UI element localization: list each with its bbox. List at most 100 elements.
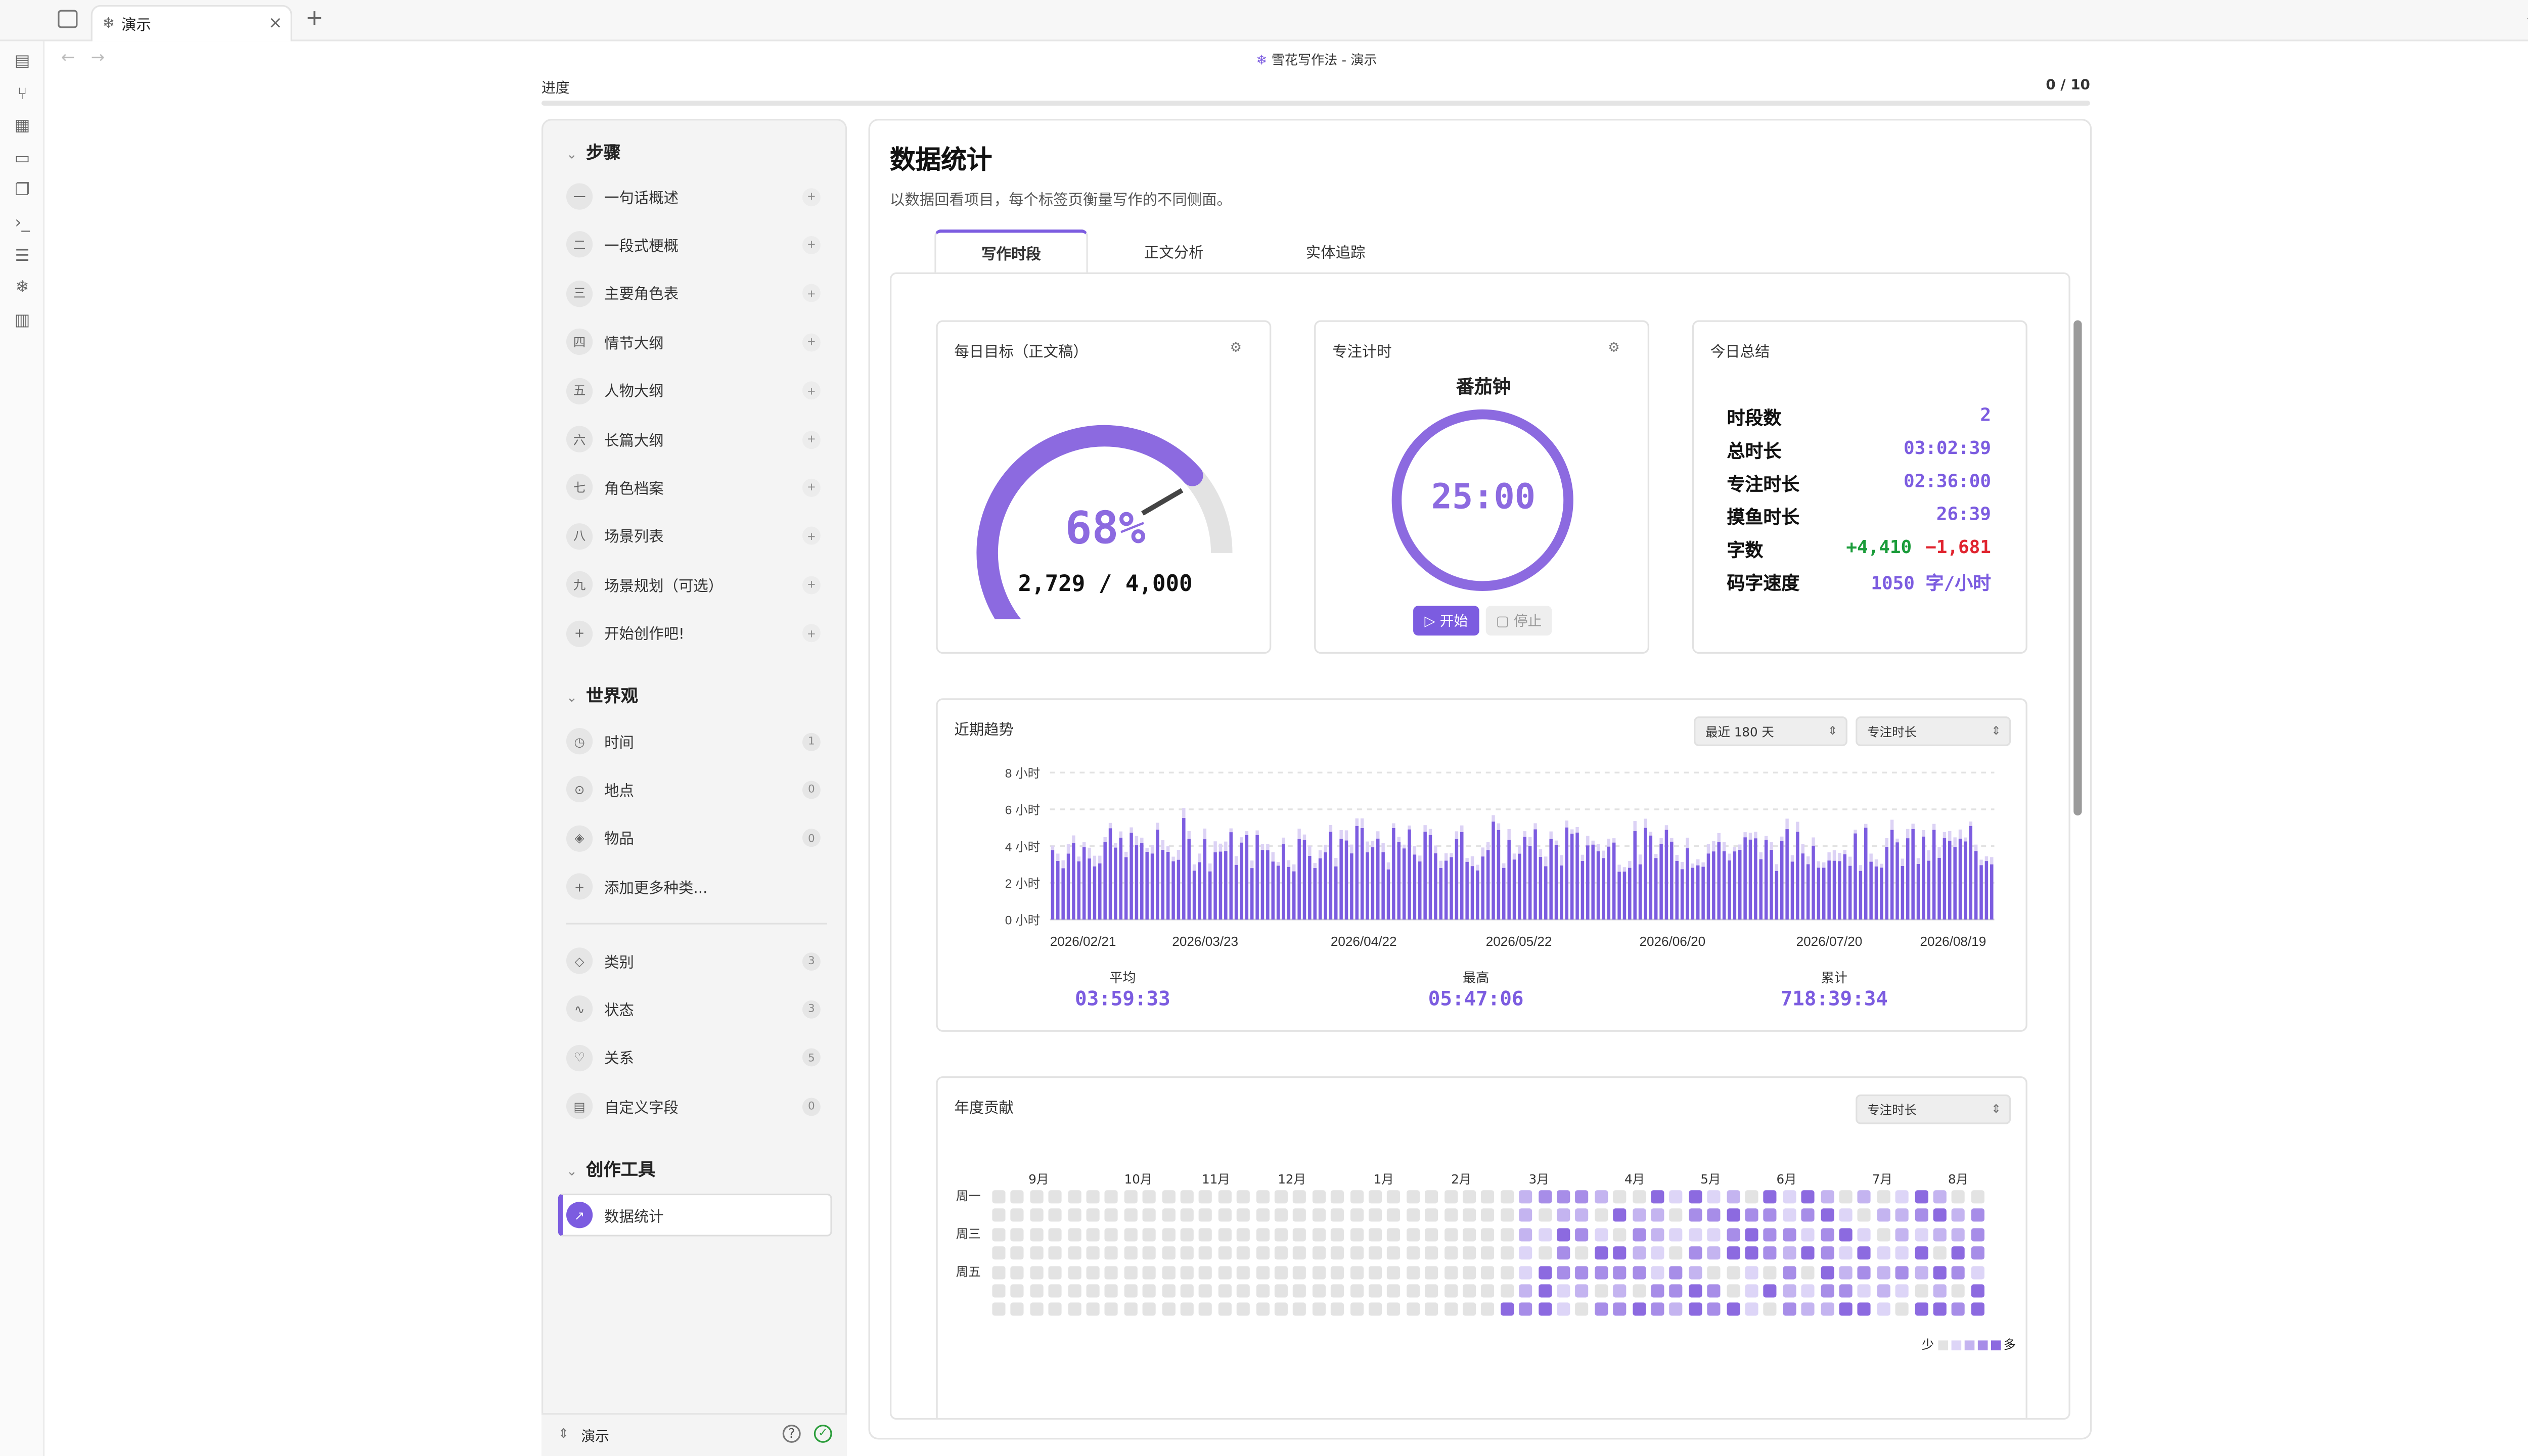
heatmap-cell[interactable] bbox=[1914, 1265, 1928, 1279]
heatmap-cell[interactable] bbox=[1952, 1303, 1965, 1316]
sidebar-item-stats[interactable]: ↗ 数据统计 bbox=[558, 1193, 832, 1237]
heatmap-cell[interactable] bbox=[1387, 1303, 1401, 1316]
heatmap-cell[interactable] bbox=[1049, 1303, 1062, 1316]
heatmap-cell[interactable] bbox=[1463, 1190, 1476, 1204]
heatmap-cell[interactable] bbox=[1274, 1227, 1288, 1241]
heatmap-cell[interactable] bbox=[1463, 1209, 1476, 1222]
heatmap-cell[interactable] bbox=[1049, 1190, 1062, 1204]
heatmap-cell[interactable] bbox=[1895, 1190, 1909, 1204]
heatmap-cell[interactable] bbox=[1669, 1303, 1683, 1316]
heatmap-cell[interactable] bbox=[1500, 1227, 1514, 1241]
heatmap-cell[interactable] bbox=[1764, 1265, 1777, 1279]
heatmap-cell[interactable] bbox=[1387, 1227, 1401, 1241]
heatmap-cell[interactable] bbox=[1143, 1265, 1156, 1279]
heatmap-cell[interactable] bbox=[1011, 1284, 1024, 1298]
sidebar-item-steps-7[interactable]: 八场景列表 + bbox=[563, 518, 830, 555]
sidebar-item-steps-9[interactable]: + 开始创作吧! + bbox=[563, 615, 830, 652]
heatmap-cell[interactable] bbox=[1726, 1265, 1740, 1279]
heatmap-cell[interactable] bbox=[1425, 1284, 1438, 1298]
heatmap-cell[interactable] bbox=[1632, 1284, 1646, 1298]
heatmap-cell[interactable] bbox=[1312, 1246, 1326, 1260]
heatmap-cell[interactable] bbox=[1143, 1190, 1156, 1204]
heatmap-cell[interactable] bbox=[1500, 1190, 1514, 1204]
heatmap-cell[interactable] bbox=[1500, 1265, 1514, 1279]
list-icon[interactable]: ☰ bbox=[12, 246, 33, 267]
heatmap-cell[interactable] bbox=[1425, 1190, 1438, 1204]
heatmap-cell[interactable] bbox=[1368, 1265, 1382, 1279]
heatmap-cell[interactable] bbox=[1481, 1284, 1495, 1298]
heatmap-cell[interactable] bbox=[1895, 1246, 1909, 1260]
heatmap-cell[interactable] bbox=[1688, 1284, 1702, 1298]
heatmap-cell[interactable] bbox=[1876, 1190, 1890, 1204]
heatmap-cell[interactable] bbox=[1971, 1284, 1984, 1298]
heatmap-cell[interactable] bbox=[1124, 1246, 1138, 1260]
heatmap-cell[interactable] bbox=[1651, 1227, 1664, 1241]
heatmap-cell[interactable] bbox=[1839, 1209, 1853, 1222]
heatmap-cell[interactable] bbox=[1933, 1284, 1947, 1298]
heatmap-cell[interactable] bbox=[1049, 1227, 1062, 1241]
sidebar-item-meta-3[interactable]: ▤ 自定义字段 0 bbox=[563, 1088, 830, 1124]
heatmap-cell[interactable] bbox=[1161, 1190, 1175, 1204]
add-icon[interactable]: + bbox=[802, 381, 821, 400]
heatmap-cell[interactable] bbox=[1500, 1246, 1514, 1260]
heatmap-cell[interactable] bbox=[1180, 1284, 1194, 1298]
heatmap-cell[interactable] bbox=[1331, 1227, 1344, 1241]
heatmap-cell[interactable] bbox=[1481, 1265, 1495, 1279]
heatmap-cell[interactable] bbox=[1331, 1246, 1344, 1260]
heatmap-cell[interactable] bbox=[1218, 1209, 1232, 1222]
heatmap-cell[interactable] bbox=[1255, 1265, 1269, 1279]
heatmap-cell[interactable] bbox=[1858, 1303, 1871, 1316]
heatmap-cell[interactable] bbox=[992, 1284, 1006, 1298]
heatmap-cell[interactable] bbox=[992, 1190, 1006, 1204]
heatmap-cell[interactable] bbox=[992, 1209, 1006, 1222]
heatmap-cell[interactable] bbox=[1406, 1190, 1420, 1204]
settings-icon[interactable]: ⚙ bbox=[1230, 340, 1250, 360]
heatmap-cell[interactable] bbox=[1613, 1209, 1627, 1222]
sidebar-item-steps-0[interactable]: 一一句话概述 + bbox=[563, 178, 830, 215]
heatmap-cell[interactable] bbox=[1481, 1227, 1495, 1241]
heatmap-cell[interactable] bbox=[1293, 1246, 1307, 1260]
heatmap-cell[interactable] bbox=[992, 1246, 1006, 1260]
heatmap-cell[interactable] bbox=[1557, 1209, 1570, 1222]
heatmap-cell[interactable] bbox=[1180, 1303, 1194, 1316]
heatmap-cell[interactable] bbox=[1331, 1190, 1344, 1204]
heatmap-cell[interactable] bbox=[1105, 1227, 1118, 1241]
sidebar-item-steps-3[interactable]: 四情节大纲 + bbox=[563, 324, 830, 360]
heatmap-cell[interactable] bbox=[1688, 1209, 1702, 1222]
heatmap-cell[interactable] bbox=[1726, 1246, 1740, 1260]
heatmap-cell[interactable] bbox=[1820, 1246, 1834, 1260]
heatmap-cell[interactable] bbox=[1199, 1246, 1213, 1260]
heatmap-cell[interactable] bbox=[1237, 1246, 1250, 1260]
heatmap-cell[interactable] bbox=[1463, 1246, 1476, 1260]
heatmap-cell[interactable] bbox=[1895, 1265, 1909, 1279]
heatmap-cell[interactable] bbox=[1594, 1303, 1608, 1316]
heatmap-cell[interactable] bbox=[1613, 1303, 1627, 1316]
heatmap-cell[interactable] bbox=[1029, 1265, 1044, 1279]
heatmap-cell[interactable] bbox=[1651, 1265, 1664, 1279]
heatmap-cell[interactable] bbox=[1613, 1284, 1627, 1298]
sidebar-item-meta-1[interactable]: ∿ 状态 3 bbox=[563, 991, 830, 1027]
heatmap-cell[interactable] bbox=[1368, 1209, 1382, 1222]
heatmap-cell[interactable] bbox=[1820, 1227, 1834, 1241]
switch-vault-icon[interactable]: ⇕ bbox=[558, 1426, 569, 1441]
heatmap-cell[interactable] bbox=[1933, 1190, 1947, 1204]
heatmap-cell[interactable] bbox=[1331, 1265, 1344, 1279]
heatmap-cell[interactable] bbox=[1594, 1190, 1608, 1204]
heatmap-cell[interactable] bbox=[1086, 1209, 1100, 1222]
heatmap-cell[interactable] bbox=[1312, 1190, 1326, 1204]
heatmap-cell[interactable] bbox=[1124, 1190, 1138, 1204]
heatmap-cell[interactable] bbox=[1425, 1246, 1438, 1260]
heatmap-cell[interactable] bbox=[1669, 1190, 1683, 1204]
heatmap-cell[interactable] bbox=[1067, 1227, 1081, 1241]
heatmap-cell[interactable] bbox=[1538, 1284, 1552, 1298]
heatmap-cell[interactable] bbox=[1237, 1284, 1250, 1298]
heatmap-cell[interactable] bbox=[1143, 1209, 1156, 1222]
heatmap-cell[interactable] bbox=[1876, 1209, 1890, 1222]
heatmap-cell[interactable] bbox=[1858, 1284, 1871, 1298]
heatmap-cell[interactable] bbox=[1237, 1227, 1250, 1241]
heatmap-cell[interactable] bbox=[992, 1303, 1006, 1316]
heatmap-cell[interactable] bbox=[1914, 1284, 1928, 1298]
heatmap-cell[interactable] bbox=[1557, 1265, 1570, 1279]
heatmap-cell[interactable] bbox=[1481, 1190, 1495, 1204]
heatmap-cell[interactable] bbox=[1406, 1227, 1420, 1241]
